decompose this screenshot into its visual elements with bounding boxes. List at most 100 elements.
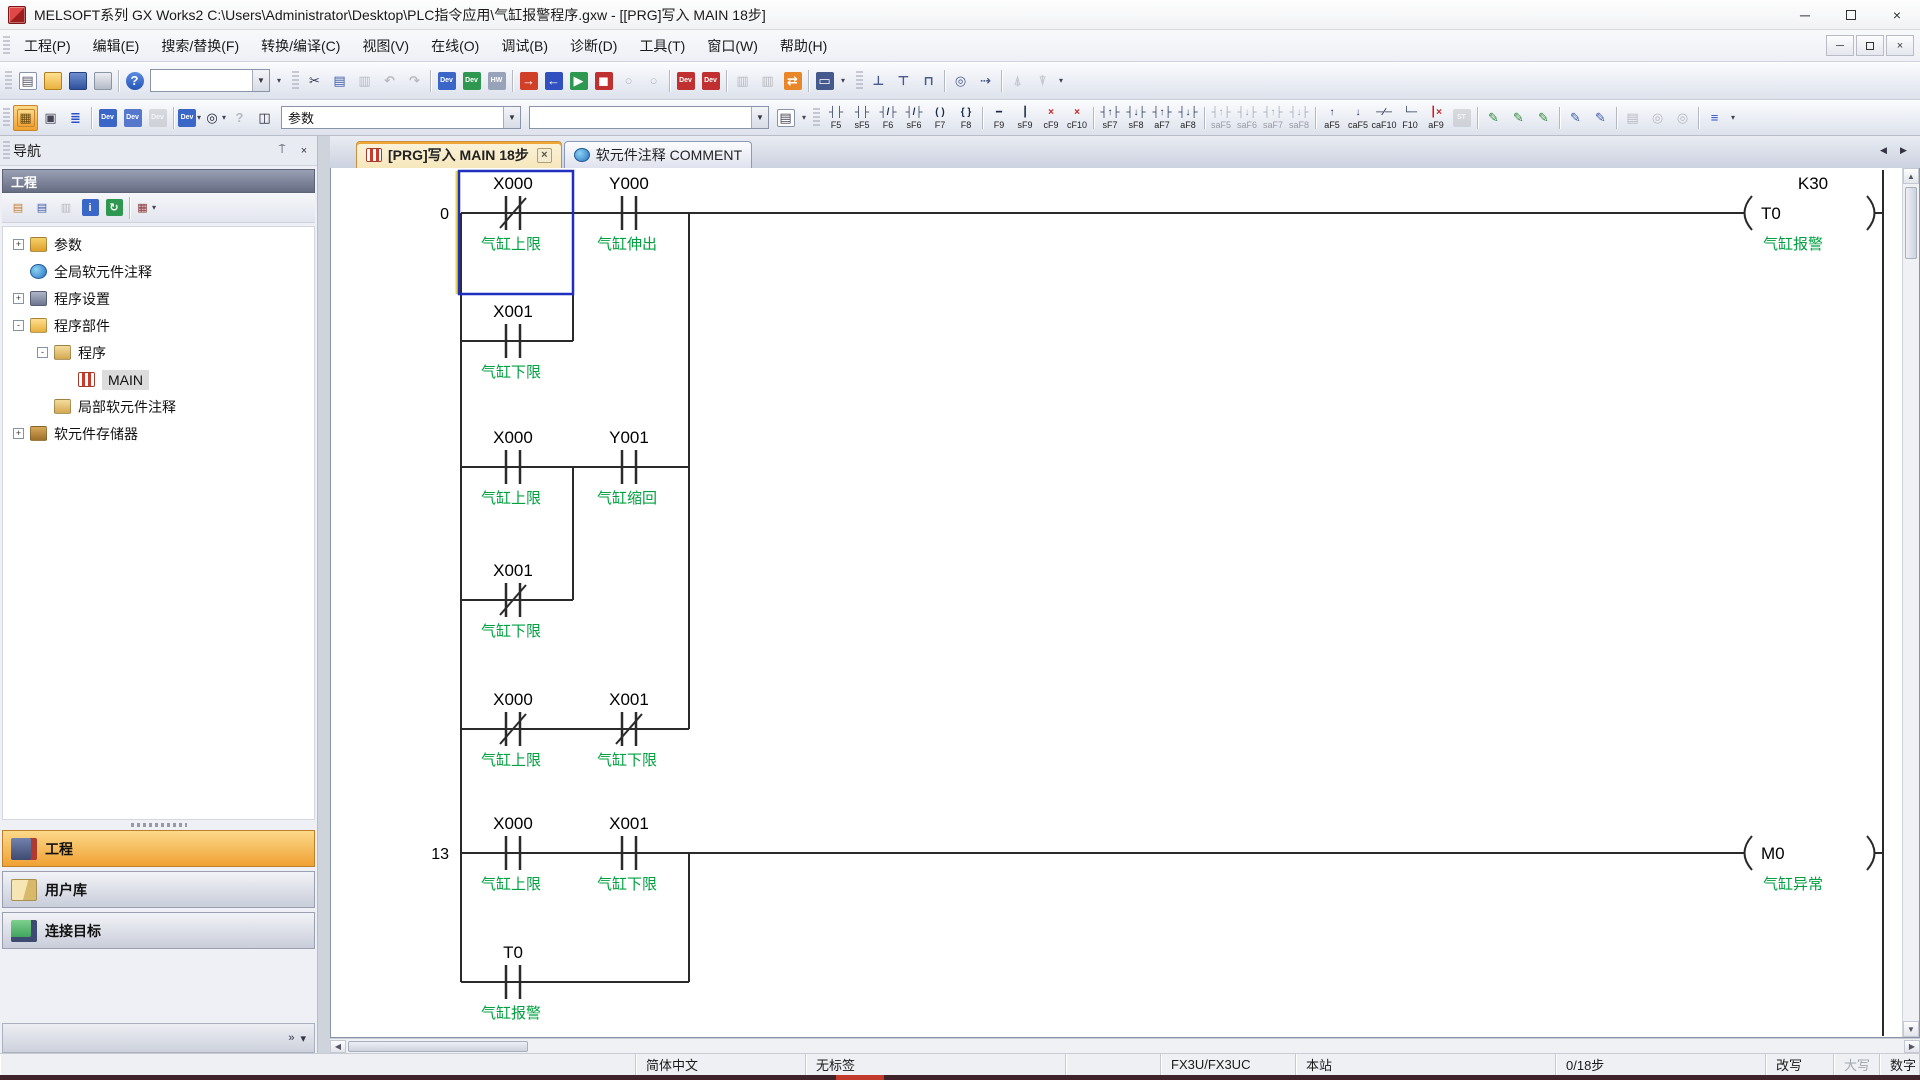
find-prev-button[interactable]: ◎: [1645, 105, 1670, 131]
instruction-F9-button[interactable]: ━F9: [986, 103, 1012, 133]
tree-expander-icon[interactable]: +: [13, 239, 24, 250]
instruction-cF10-button[interactable]: ×cF10: [1064, 103, 1090, 133]
instruction-caF5-button[interactable]: ↓caF5: [1345, 103, 1371, 133]
instruction-sF8-button[interactable]: ┤↓├sF8: [1123, 103, 1149, 133]
tree-expander-icon[interactable]: +: [13, 428, 24, 439]
device-ccl-button[interactable]: Dev: [145, 105, 170, 131]
menu-item[interactable]: 视图(V): [351, 38, 420, 54]
instruction-saF7-button[interactable]: ┤↑├saF7: [1260, 103, 1286, 133]
paste-item-button[interactable]: ▥: [54, 196, 78, 220]
plc-write-button[interactable]: →: [516, 68, 541, 94]
tab-close-icon[interactable]: ×: [537, 148, 552, 163]
instruction-aF8-button[interactable]: ┤↓├aF8: [1175, 103, 1201, 133]
nav-tree-item-MAIN[interactable]: MAIN: [3, 366, 314, 393]
menu-item[interactable]: 搜索/替换(F): [150, 38, 250, 54]
gray-doc-1-button[interactable]: ▥: [730, 68, 755, 94]
sampling-trace-3-button[interactable]: ⊓: [916, 68, 941, 94]
instruction-F10-button[interactable]: └─F10: [1397, 103, 1423, 133]
device-terminal-button[interactable]: Dev: [459, 68, 484, 94]
edit-contact-button[interactable]: ✎: [1481, 105, 1506, 131]
device-red-1-button[interactable]: Dev: [673, 68, 698, 94]
instruction-saF6-button[interactable]: ┤↓├saF6: [1234, 103, 1260, 133]
watch-1-button[interactable]: ◎: [948, 68, 973, 94]
toolbar-combobox[interactable]: ▼: [150, 69, 270, 92]
maximize-button[interactable]: [1828, 0, 1874, 29]
device-hw-button[interactable]: HW: [484, 68, 509, 94]
new-item-button[interactable]: ▤: [6, 196, 30, 220]
doc-gen-button[interactable]: ▤: [1620, 105, 1645, 131]
tab-scroll-left[interactable]: ◀: [1875, 142, 1892, 159]
edit-comment-button[interactable]: ✎: [1588, 105, 1613, 131]
find-button[interactable]: ◫: [252, 105, 277, 131]
instruction-sF6-button[interactable]: ┤/├sF6: [901, 103, 927, 133]
scroll-left-icon[interactable]: ◀: [330, 1040, 346, 1053]
monitor-start-button[interactable]: ▶: [566, 68, 591, 94]
close-button[interactable]: ×: [1874, 0, 1920, 29]
refresh-button[interactable]: ↻: [102, 196, 126, 220]
plc-read-button[interactable]: ←: [541, 68, 566, 94]
copy-item-button[interactable]: ▤: [30, 196, 54, 220]
instruction-aF7-button[interactable]: ┤↑├aF7: [1149, 103, 1175, 133]
device-display-button[interactable]: Dev▾: [177, 105, 202, 131]
toolbar-overflow[interactable]: ▾: [1727, 105, 1739, 131]
ladder-display-button[interactable]: ≡: [1702, 105, 1727, 131]
cut-button[interactable]: ✂: [302, 68, 327, 94]
nav-tree-item-软元件存储器[interactable]: +软元件存储器: [3, 420, 314, 447]
copy-button[interactable]: ▤: [327, 68, 352, 94]
nav-tree-item-参数[interactable]: +参数: [3, 231, 314, 258]
instruction-saF8-button[interactable]: ┤↓├saF8: [1286, 103, 1312, 133]
open-file-button[interactable]: [40, 68, 65, 94]
nav-view-button-用户库[interactable]: 用户库: [2, 871, 315, 908]
monitor-pause-button[interactable]: ○: [616, 68, 641, 94]
nav-tree-item-程序设置[interactable]: +程序设置: [3, 285, 314, 312]
chevron-down-icon[interactable]: ▼: [503, 107, 520, 128]
vertical-scrollbar[interactable]: ▲ ▼: [1902, 168, 1919, 1037]
document-tab[interactable]: 软元件注释 COMMENT: [564, 141, 752, 168]
device-batch-button[interactable]: Dev: [95, 105, 120, 131]
vertical-scroll-thumb[interactable]: [1905, 187, 1917, 259]
redo-button[interactable]: ↷: [402, 68, 427, 94]
menu-item[interactable]: 窗口(W): [696, 38, 769, 54]
menu-item[interactable]: 编辑(E): [82, 38, 151, 54]
instruction-aF5-button[interactable]: ↑aF5: [1319, 103, 1345, 133]
instruction-aF9-button[interactable]: ┃×aF9: [1423, 103, 1449, 133]
menu-item[interactable]: 调试(B): [490, 38, 559, 54]
edit-rung-button[interactable]: ✎: [1531, 105, 1556, 131]
toolbar-overflow[interactable]: ▾: [1055, 68, 1067, 94]
instruction-F5-button[interactable]: ┤├F5: [823, 103, 849, 133]
nav-tree-item-程序[interactable]: -程序: [3, 339, 314, 366]
menu-item[interactable]: 帮助(H): [769, 38, 838, 54]
paste-button[interactable]: ▥: [352, 68, 377, 94]
ladder-canvas[interactable]: X000气缸上限Y000气缸伸出X001气缸下限X000气缸上限Y001气缸缩回…: [331, 168, 1904, 1036]
st-edit-button[interactable]: ST: [1449, 105, 1474, 131]
nav-tree-item-局部软元件注释[interactable]: 局部软元件注释: [3, 393, 314, 420]
parameter-list-button[interactable]: ≣: [63, 105, 88, 131]
scroll-right-icon[interactable]: ▶: [1904, 1040, 1920, 1053]
vertical-splitter[interactable]: [318, 136, 330, 1053]
instruction-sF9-button[interactable]: ┃sF9: [1012, 103, 1038, 133]
panel-splitter[interactable]: [0, 820, 317, 829]
find-next-button[interactable]: ◎: [1670, 105, 1695, 131]
instruction-cF9-button[interactable]: ×cF9: [1038, 103, 1064, 133]
menu-item[interactable]: 转换/编译(C): [250, 38, 351, 54]
tree-expander-icon[interactable]: -: [37, 347, 48, 358]
item-info-button[interactable]: i: [78, 196, 102, 220]
horizontal-scrollbar[interactable]: ◀ ▶: [330, 1038, 1920, 1053]
menu-item[interactable]: 工程(P): [13, 38, 82, 54]
instruction-saF5-button[interactable]: ┤↑├saF5: [1208, 103, 1234, 133]
instruction-sF7-button[interactable]: ┤↑├sF7: [1097, 103, 1123, 133]
sort-filter-button[interactable]: ▦▾: [133, 196, 157, 220]
help-2-button[interactable]: ?: [227, 105, 252, 131]
edit-coil-button[interactable]: ✎: [1506, 105, 1531, 131]
nav-tree-item-全局软元件注释[interactable]: 全局软元件注释: [3, 258, 314, 285]
mdi-restore-button[interactable]: [1856, 35, 1884, 56]
page-find-button[interactable]: ▤: [773, 105, 798, 131]
menu-item[interactable]: 诊断(D): [559, 38, 628, 54]
find-combobox[interactable]: ▼: [529, 106, 769, 129]
watch-2-button[interactable]: ⇢: [973, 68, 998, 94]
new-file-button[interactable]: ▤: [15, 68, 40, 94]
minimize-button[interactable]: ─: [1782, 0, 1828, 29]
toolbar-overflow[interactable]: ▾: [837, 68, 849, 94]
menu-item[interactable]: 工具(T): [628, 38, 696, 54]
chevron-down-icon[interactable]: ▼: [751, 107, 768, 128]
